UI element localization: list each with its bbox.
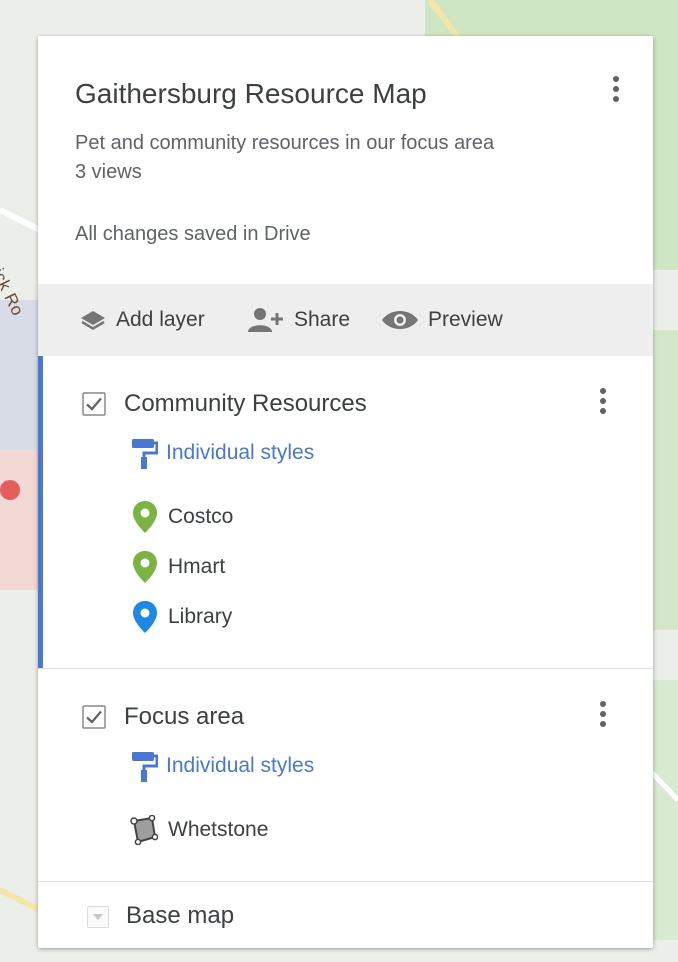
styles-label: Individual styles xyxy=(166,441,315,464)
map-options-button[interactable] xyxy=(606,72,626,112)
paint-roller-icon xyxy=(132,439,158,469)
paint-roller-icon xyxy=(132,752,158,782)
place-label: Costco xyxy=(168,505,234,528)
dot-icon xyxy=(600,388,606,394)
individual-styles-link[interactable]: Individual styles xyxy=(130,749,314,783)
green-pin-icon xyxy=(133,501,157,533)
map-description[interactable]: Pet and community resources in our focus… xyxy=(75,132,494,155)
dot-icon xyxy=(613,86,619,92)
layer-visibility-checkbox[interactable] xyxy=(82,392,106,416)
place-label: Library xyxy=(168,605,233,628)
add-layer-button[interactable]: Add layer xyxy=(78,304,205,336)
dot-icon xyxy=(600,398,606,404)
map-title[interactable]: Gaithersburg Resource Map xyxy=(75,78,427,110)
green-pin-icon xyxy=(133,551,157,583)
place-item-hmart[interactable]: Hmart xyxy=(132,550,225,584)
preview-button[interactable]: Preview xyxy=(380,304,503,336)
eye-icon xyxy=(382,311,418,329)
layer-visibility-checkbox[interactable] xyxy=(82,705,106,729)
styles-label: Individual styles xyxy=(166,754,315,777)
shape-item-whetstone[interactable]: Whetstone xyxy=(128,815,268,845)
blue-pin-icon xyxy=(133,601,157,633)
add-layer-label: Add layer xyxy=(116,308,205,331)
layers-icon xyxy=(81,311,105,330)
layer-name[interactable]: Focus area xyxy=(124,703,244,731)
layer-options-button[interactable] xyxy=(593,384,613,424)
place-label: Hmart xyxy=(168,555,226,578)
checkbox-checked-icon xyxy=(82,705,106,729)
panel-toolbar: Add layer Share Preview xyxy=(38,284,653,356)
polygon-icon xyxy=(130,815,158,845)
dot-icon xyxy=(600,701,606,707)
save-status: All changes saved in Drive xyxy=(75,223,311,245)
shape-label: Whetstone xyxy=(168,818,269,841)
base-map-label: Base map xyxy=(126,902,235,929)
dot-icon xyxy=(600,408,606,414)
individual-styles-link[interactable]: Individual styles xyxy=(130,436,314,470)
selected-layer-indicator xyxy=(38,356,43,668)
map-legend-panel: Gaithersburg Resource Map Pet and commun… xyxy=(38,36,653,948)
share-label: Share xyxy=(294,308,351,331)
base-map-section[interactable]: Base map xyxy=(38,882,653,948)
preview-label: Preview xyxy=(428,308,503,331)
panel-header: Gaithersburg Resource Map Pet and commun… xyxy=(38,36,653,284)
view-count: 3 views xyxy=(75,161,142,183)
expand-toggle[interactable] xyxy=(87,906,109,928)
layer-name[interactable]: Community Resources xyxy=(124,390,367,418)
add-person-icon xyxy=(248,308,283,332)
layer-options-button[interactable] xyxy=(593,697,613,737)
dot-icon xyxy=(600,711,606,717)
dot-icon xyxy=(613,76,619,82)
share-button[interactable]: Share xyxy=(244,304,350,336)
layer-community-resources[interactable]: Community Resources Individual styles Co… xyxy=(38,356,653,669)
layer-focus-area[interactable]: Focus area Individual styles Whetstone xyxy=(38,669,653,882)
place-item-library[interactable]: Library xyxy=(132,600,232,634)
checkbox-checked-icon xyxy=(82,392,106,416)
dot-icon xyxy=(600,721,606,727)
dot-icon xyxy=(613,96,619,102)
place-item-costco[interactable]: Costco xyxy=(132,500,233,534)
